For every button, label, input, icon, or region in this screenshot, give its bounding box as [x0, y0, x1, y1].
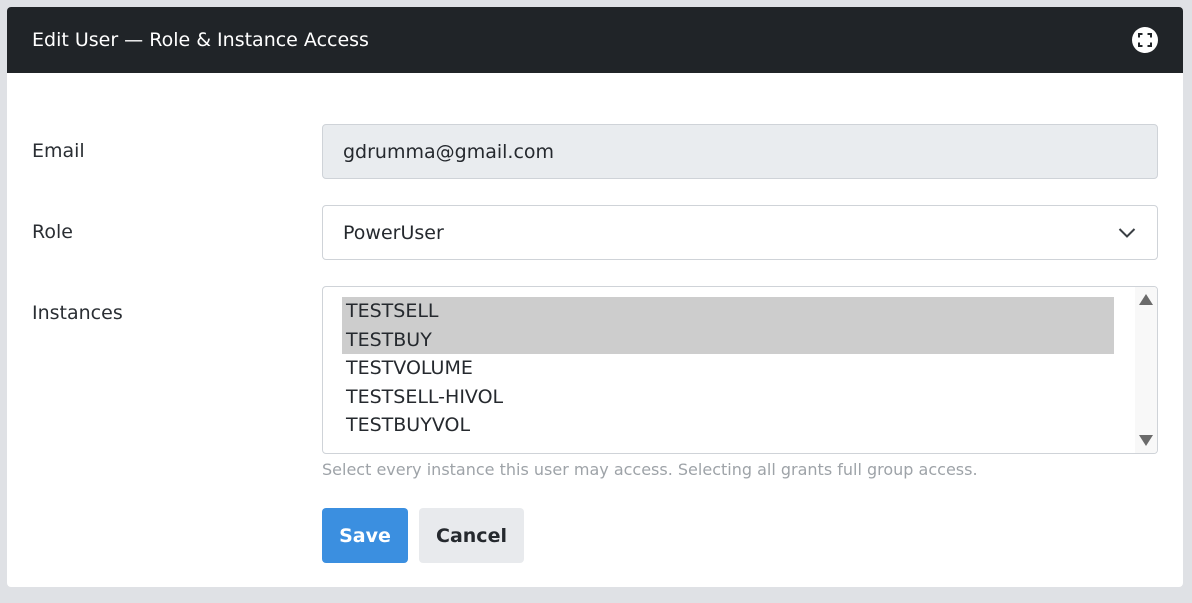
instances-scrollbar[interactable] — [1135, 287, 1157, 453]
email-value: gdrumma@gmail.com — [343, 140, 555, 163]
email-label: Email — [32, 140, 85, 162]
edit-user-modal: Edit User — Role & Instance Access Email… — [7, 7, 1183, 587]
expand-icon[interactable] — [1132, 27, 1158, 53]
email-field: gdrumma@gmail.com — [322, 124, 1158, 179]
save-button[interactable]: Save — [322, 508, 408, 563]
chevron-down-icon — [1117, 223, 1137, 243]
instances-multiselect[interactable]: TESTSELL TESTBUY TESTVOLUME TESTSELL-HIVOL T… — [322, 286, 1158, 454]
instance-option[interactable]: TESTVOLUME — [342, 354, 1114, 383]
modal-title: Edit User — Role & Instance Access — [32, 29, 369, 51]
instances-list: TESTSELL TESTBUY TESTVOLUME TESTSELL-HIVOL T… — [342, 297, 1114, 440]
instances-help-text: Select every instance this user may acce… — [322, 460, 978, 479]
modal-header: Edit User — Role & Instance Access — [7, 7, 1183, 73]
cancel-button[interactable]: Cancel — [419, 508, 524, 563]
instance-option[interactable]: TESTBUY — [342, 325, 1114, 355]
instance-option[interactable]: TESTBUYVOL — [342, 411, 1114, 440]
instance-option[interactable]: TESTSELL-HIVOL — [342, 383, 1114, 412]
instance-option[interactable]: TESTSELL — [342, 297, 1114, 326]
instances-label: Instances — [32, 302, 123, 324]
role-value: PowerUser — [343, 221, 444, 244]
role-select[interactable]: PowerUser — [322, 205, 1158, 260]
scroll-up-icon[interactable] — [1139, 294, 1153, 305]
scroll-down-icon[interactable] — [1139, 435, 1153, 446]
role-label: Role — [32, 221, 73, 243]
